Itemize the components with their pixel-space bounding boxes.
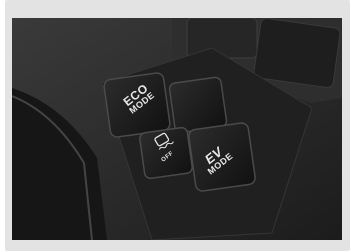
top-switch-right (253, 18, 341, 88)
blank-switch[interactable] (168, 76, 228, 134)
console-photo: ECO MODE OFF EV MODE (12, 18, 342, 240)
top-switch-left (186, 18, 258, 59)
console-illustration (12, 18, 342, 240)
